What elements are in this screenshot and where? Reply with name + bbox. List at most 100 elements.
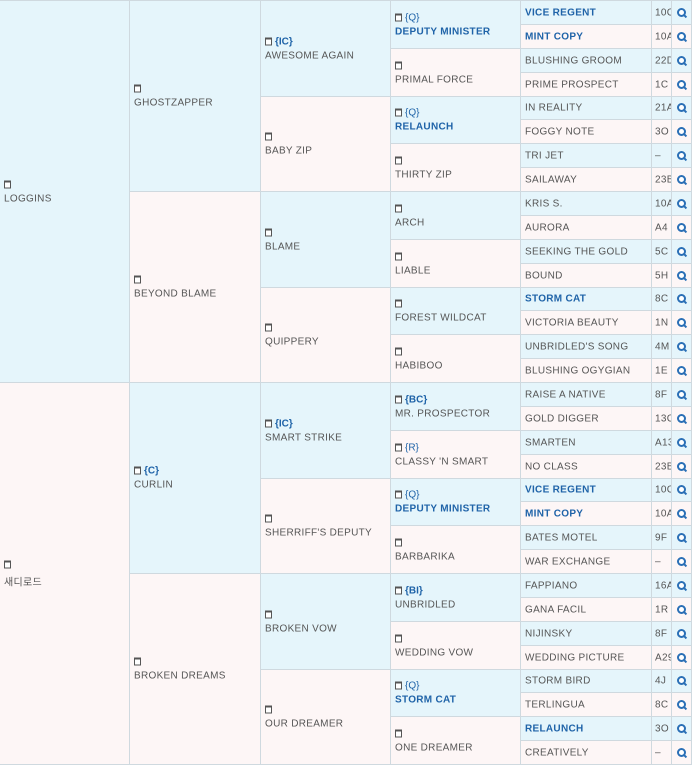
search-icon[interactable]	[677, 79, 688, 90]
search-icon[interactable]	[677, 628, 688, 639]
gen4-horse-cell[interactable]: PRIMAL FORCE	[391, 49, 521, 97]
horse-name-link[interactable]: ONE DREAMER	[395, 742, 518, 753]
horse-name-link[interactable]: RAISE A NATIVE	[525, 389, 606, 400]
search-cell[interactable]	[672, 741, 692, 765]
gen5-horse-cell[interactable]: KRIS S.	[521, 192, 652, 216]
gen5-horse-cell[interactable]: MINT COPY	[521, 502, 652, 526]
horse-name-link[interactable]: RELAUNCH	[525, 723, 584, 734]
gen4-horse-cell[interactable]: BARBARIKA	[391, 526, 521, 574]
clipboard-icon[interactable]	[395, 538, 402, 546]
gen2-horse-cell[interactable]: {C} CURLIN	[130, 383, 261, 574]
search-icon[interactable]	[677, 7, 688, 18]
horse-name-link[interactable]: NIJINSKY	[525, 628, 572, 639]
horse-name-link[interactable]: BROKEN DREAMS	[134, 671, 258, 682]
horse-name-link[interactable]: FAPPIANO	[525, 580, 577, 591]
clipboard-icon[interactable]	[395, 156, 402, 164]
gen3-horse-cell[interactable]: QUIPPERY	[261, 288, 391, 383]
horse-name-link[interactable]: UNBRIDLED	[395, 599, 518, 610]
search-icon[interactable]	[677, 150, 688, 161]
gen5-horse-cell[interactable]: STORM BIRD	[521, 670, 652, 693]
horse-name-link[interactable]: VICE REGENT	[525, 485, 596, 496]
gen5-horse-cell[interactable]: TRI JET	[521, 144, 652, 168]
horse-name-link[interactable]: 새디로드	[4, 573, 127, 588]
clipboard-icon[interactable]	[265, 514, 272, 523]
search-icon[interactable]	[677, 174, 688, 185]
gen3-horse-cell[interactable]: BABY ZIP	[261, 97, 391, 192]
horse-name-link[interactable]: GHOSTZAPPER	[134, 98, 258, 109]
horse-name-link[interactable]: LIABLE	[395, 265, 518, 276]
clipboard-icon[interactable]	[265, 419, 272, 427]
horse-name-link[interactable]: VICE REGENT	[525, 7, 596, 18]
horse-name-link[interactable]: DEPUTY MINISTER	[395, 26, 518, 37]
horse-name-link[interactable]: IN REALITY	[525, 103, 582, 114]
gen3-horse-cell[interactable]: BROKEN VOW	[261, 574, 391, 670]
gen5-horse-cell[interactable]: BOUND	[521, 264, 652, 288]
gen4-horse-cell[interactable]: LIABLE	[391, 240, 521, 288]
search-icon[interactable]	[677, 365, 688, 376]
gen5-horse-cell[interactable]: SAILAWAY	[521, 168, 652, 192]
horse-name-link[interactable]: GOLD DIGGER	[525, 413, 599, 424]
gen4-horse-cell[interactable]: {Q} STORM CAT	[391, 670, 521, 717]
search-cell[interactable]	[672, 383, 692, 407]
gen5-horse-cell[interactable]: VICTORIA BEAUTY	[521, 311, 652, 335]
gen5-horse-cell[interactable]: TERLINGUA	[521, 693, 652, 717]
clipboard-icon[interactable]	[265, 610, 272, 618]
search-cell[interactable]	[672, 526, 692, 550]
gen5-horse-cell[interactable]: UNBRIDLED'S SONG	[521, 335, 652, 359]
search-icon[interactable]	[677, 580, 688, 591]
gen5-horse-cell[interactable]: GOLD DIGGER	[521, 407, 652, 431]
horse-name-link[interactable]: NO CLASS	[525, 461, 578, 472]
horse-name-link[interactable]: SMARTEN	[525, 437, 576, 448]
gen5-horse-cell[interactable]: SEEKING THE GOLD	[521, 240, 652, 264]
horse-name-link[interactable]: WEDDING PICTURE	[525, 652, 625, 663]
search-icon[interactable]	[677, 461, 688, 472]
search-cell[interactable]	[672, 550, 692, 574]
search-cell[interactable]	[672, 168, 692, 192]
gen4-horse-cell[interactable]: ONE DREAMER	[391, 717, 521, 765]
search-cell[interactable]	[672, 240, 692, 264]
search-cell[interactable]	[672, 431, 692, 455]
horse-name-link[interactable]: WEDDING VOW	[395, 647, 518, 658]
clipboard-icon[interactable]	[134, 466, 141, 475]
gen5-horse-cell[interactable]: AURORA	[521, 216, 652, 240]
search-cell[interactable]	[672, 144, 692, 168]
gen5-horse-cell[interactable]: BLUSHING GROOM	[521, 49, 652, 73]
horse-name-link[interactable]: CURLIN	[134, 480, 258, 491]
search-icon[interactable]	[677, 604, 688, 615]
gen5-horse-cell[interactable]: FOGGY NOTE	[521, 120, 652, 144]
horse-name-link[interactable]: BABY ZIP	[265, 146, 388, 157]
gen2-horse-cell[interactable]: BROKEN DREAMS	[130, 574, 261, 765]
gen5-horse-cell[interactable]: PRIME PROSPECT	[521, 73, 652, 97]
horse-name-link[interactable]: FOREST WILDCAT	[395, 313, 518, 324]
search-icon[interactable]	[677, 508, 688, 519]
horse-name-link[interactable]: STORM CAT	[395, 695, 518, 706]
clipboard-icon[interactable]	[395, 490, 402, 499]
clipboard-icon[interactable]	[265, 37, 272, 45]
clipboard-icon[interactable]	[395, 204, 402, 212]
search-cell[interactable]	[672, 717, 692, 741]
gen5-horse-cell[interactable]: NIJINSKY	[521, 622, 652, 646]
search-icon[interactable]	[677, 126, 688, 137]
horse-name-link[interactable]: SEEKING THE GOLD	[525, 246, 628, 257]
horse-name-link[interactable]: KRIS S.	[525, 198, 563, 209]
horse-name-link[interactable]: AWESOME AGAIN	[265, 50, 388, 61]
search-icon[interactable]	[677, 723, 688, 734]
clipboard-icon[interactable]	[265, 228, 272, 236]
clipboard-icon[interactable]	[265, 323, 272, 332]
gen5-horse-cell[interactable]: GANA FACIL	[521, 598, 652, 622]
gen3-horse-cell[interactable]: {IC} SMART STRIKE	[261, 383, 391, 479]
search-icon[interactable]	[677, 747, 688, 758]
gen4-horse-cell[interactable]: FOREST WILDCAT	[391, 288, 521, 335]
search-icon[interactable]	[677, 31, 688, 42]
search-cell[interactable]	[672, 73, 692, 97]
clipboard-icon[interactable]	[395, 634, 402, 642]
gen5-horse-cell[interactable]: RAISE A NATIVE	[521, 383, 652, 407]
clipboard-icon[interactable]	[4, 560, 11, 568]
search-cell[interactable]	[672, 288, 692, 311]
gen3-horse-cell[interactable]: {IC} AWESOME AGAIN	[261, 1, 391, 97]
horse-name-link[interactable]: BARBARIKA	[395, 551, 518, 562]
gen5-horse-cell[interactable]: WAR EXCHANGE	[521, 550, 652, 574]
horse-name-link[interactable]: SHERRIFF'S DEPUTY	[265, 528, 388, 539]
gen5-horse-cell[interactable]: BLUSHING OGYGIAN	[521, 359, 652, 383]
clipboard-icon[interactable]	[395, 299, 402, 308]
